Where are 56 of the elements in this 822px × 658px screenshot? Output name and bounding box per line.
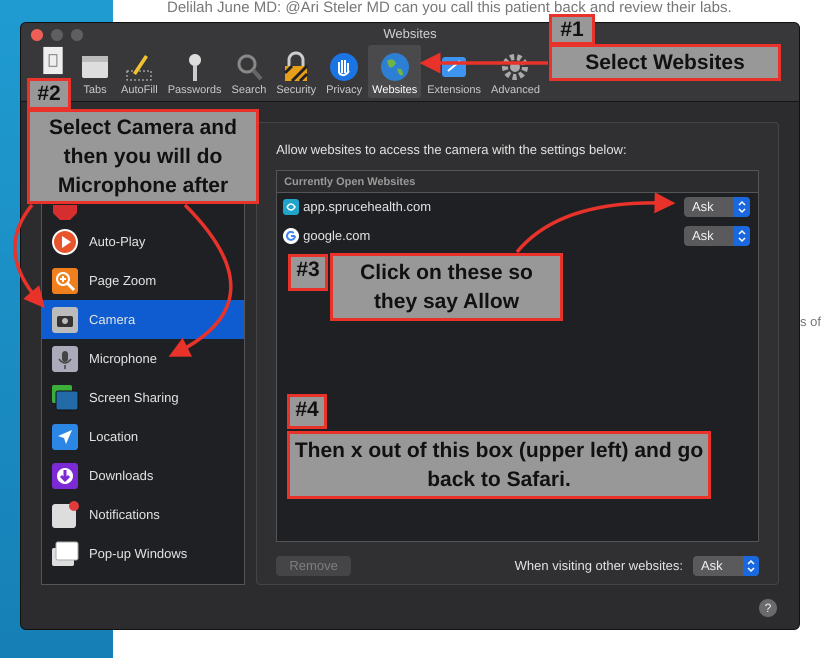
site-name: google.com <box>303 227 372 246</box>
sidebar-item[interactable]: Location <box>42 417 244 456</box>
zoom-button[interactable] <box>71 29 83 41</box>
step-number-label: #3 <box>288 254 328 291</box>
instruction-callout: Click on these so they say Allow <box>330 253 563 321</box>
toolbar-tab[interactable]: AutoFill <box>117 45 162 98</box>
sidebar-item[interactable]: Pop-up Windows <box>42 534 244 573</box>
page-text: s of <box>800 313 821 331</box>
other-websites-label: When visiting other websites: <box>514 556 683 575</box>
description-text: Allow websites to access the camera with the settings below: <box>276 141 628 159</box>
sidebar-item[interactable]: Downloads <box>42 456 244 495</box>
site-name: app.sprucehealth.com <box>303 198 432 216</box>
default-permission-popup[interactable]: Ask <box>693 556 759 576</box>
sidebar-item[interactable]: Notifications <box>42 495 244 534</box>
globe-icon <box>378 51 411 83</box>
notification-icon <box>51 500 79 528</box>
stepper-arrows-icon <box>734 197 750 217</box>
sidebar-item[interactable]: Microphone <box>42 339 244 378</box>
step-number-label: #1 <box>549 14 595 45</box>
toolbar-tab[interactable]: Passwords <box>164 45 226 98</box>
instruction-callout: Select Camera and then you will do Microphone after <box>27 109 259 204</box>
stepper-arrows-icon <box>743 556 759 576</box>
stepper-arrows-icon <box>734 226 750 246</box>
message-text: Delilah June MD: @Ari Steler MD can you call this patient back and review their labs. <box>167 0 732 16</box>
g-logo-icon <box>283 228 300 244</box>
table-header: Currently Open Websites <box>277 170 758 192</box>
play-icon <box>51 228 79 256</box>
toolbar-tab[interactable]: Privacy <box>322 45 366 98</box>
screen-icon <box>51 384 79 412</box>
zoom-icon <box>51 266 79 294</box>
toolbar-tab[interactable]: Search <box>227 45 270 98</box>
instruction-callout: Select Websites <box>549 44 781 81</box>
sidebar-item[interactable]: Screen Sharing <box>42 378 244 417</box>
step-number-label: #4 <box>287 394 327 429</box>
permission-popup[interactable]: Ask <box>684 197 750 217</box>
toolbar-tab[interactable]: Security <box>272 45 320 98</box>
hand-icon <box>328 51 360 83</box>
minimize-button[interactable] <box>51 29 63 41</box>
toolbar-tab[interactable]: Tabs <box>75 45 115 98</box>
windows-icon <box>51 540 79 568</box>
instruction-callout: Then x out of this box (upper left) and go back to Safari. <box>287 431 711 499</box>
permission-popup[interactable]: Ask <box>684 226 750 246</box>
step-number-label: #2 <box>27 78 71 110</box>
stop-sign-icon <box>51 205 79 222</box>
sidebar-item[interactable]: Page Zoom <box>42 261 244 300</box>
toolbar-tab[interactable]: Extensions <box>423 45 486 98</box>
sidebar-item[interactable]: Auto-Play <box>42 222 244 261</box>
camera-icon <box>51 306 79 334</box>
close-button[interactable] <box>31 29 43 41</box>
toolbar-tab[interactable]: Advanced <box>487 45 544 98</box>
sidebar-item[interactable]: Camera <box>42 300 244 339</box>
help-button[interactable]: ? <box>759 599 777 617</box>
download-icon <box>51 462 79 490</box>
toolbar-tab[interactable]: Websites <box>368 45 422 98</box>
window-title: Websites <box>383 25 437 44</box>
microphone-icon <box>51 344 79 372</box>
